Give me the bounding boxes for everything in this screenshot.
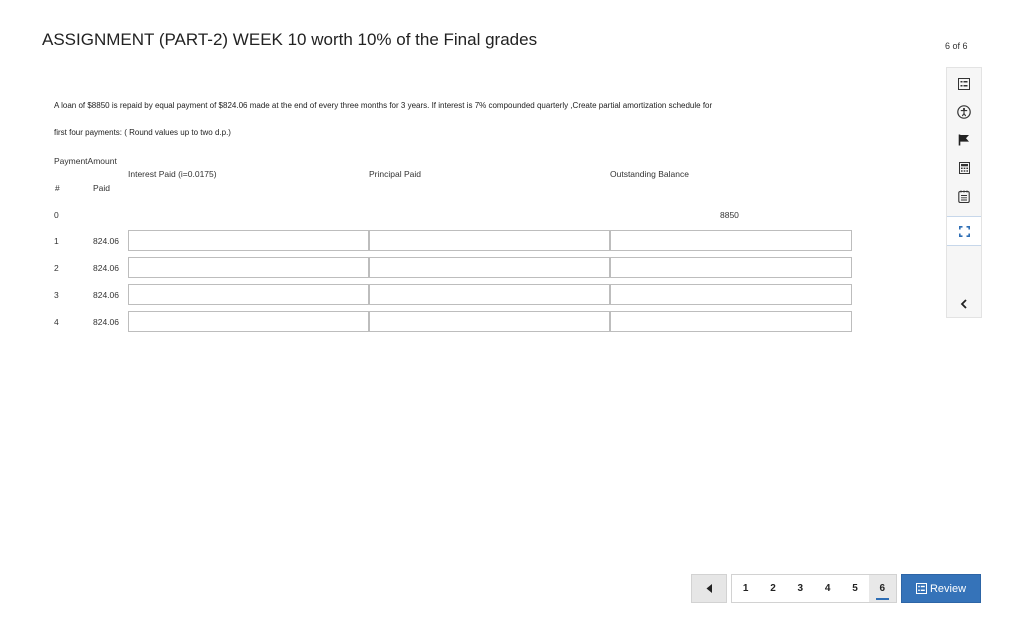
flag-button[interactable] xyxy=(947,126,981,154)
page-1-button[interactable]: 1 xyxy=(732,575,759,602)
question-text: A loan of $8850 is repaid by equal payme… xyxy=(54,92,914,146)
page-4-button[interactable]: 4 xyxy=(814,575,841,602)
row-1-interest-input[interactable] xyxy=(128,230,369,251)
row-4-paid: 824.06 xyxy=(93,317,119,327)
page-indicator: 6 of 6 xyxy=(945,41,968,51)
row-3-number: 3 xyxy=(54,290,59,300)
previous-page-button[interactable] xyxy=(691,574,727,603)
question-line-2: first four payments: ( Round values up t… xyxy=(54,128,231,137)
row-0-balance: 8850 xyxy=(720,210,739,220)
row-1-balance-input[interactable] xyxy=(610,230,852,251)
calculator-icon xyxy=(958,162,970,174)
row-2-principal-input[interactable] xyxy=(369,257,610,278)
page-2-button[interactable]: 2 xyxy=(759,575,786,602)
expand-icon xyxy=(958,225,970,237)
review-list-icon xyxy=(915,583,927,594)
list-icon xyxy=(958,78,970,90)
expand-button[interactable] xyxy=(947,216,981,246)
header-outstanding-balance: Outstanding Balance xyxy=(610,169,689,179)
row-4-principal-input[interactable] xyxy=(369,311,610,332)
review-button[interactable]: Review xyxy=(901,574,981,603)
row-1-number: 1 xyxy=(54,236,59,246)
row-4-interest-input[interactable] xyxy=(128,311,369,332)
row-2-number: 2 xyxy=(54,263,59,273)
row-2-balance-input[interactable] xyxy=(610,257,852,278)
row-3-interest-input[interactable] xyxy=(128,284,369,305)
question-list-button[interactable] xyxy=(947,70,981,98)
row-3-balance-input[interactable] xyxy=(610,284,852,305)
row-1-principal-input[interactable] xyxy=(369,230,610,251)
accessibility-button[interactable] xyxy=(947,98,981,126)
tool-strip xyxy=(946,67,982,318)
page-5-button[interactable]: 5 xyxy=(841,575,868,602)
accessibility-icon xyxy=(957,105,971,119)
collapse-strip-button[interactable] xyxy=(947,290,981,318)
header-number: # xyxy=(55,183,60,193)
page-navigation: 1 2 3 4 5 6 xyxy=(731,574,897,603)
header-principal-paid: Principal Paid xyxy=(369,169,421,179)
notes-icon xyxy=(958,190,970,203)
page-3-button[interactable]: 3 xyxy=(787,575,814,602)
row-0-number: 0 xyxy=(54,210,59,220)
page-6-button[interactable]: 6 xyxy=(868,575,896,602)
header-interest-paid: Interest Paid (i=0.0175) xyxy=(128,169,217,179)
header-paid: Paid xyxy=(93,183,111,193)
caret-left-icon xyxy=(706,584,712,593)
calculator-button[interactable] xyxy=(947,154,981,182)
question-line-1: A loan of $8850 is repaid by equal payme… xyxy=(54,101,713,110)
notes-button[interactable] xyxy=(947,182,981,210)
row-4-balance-input[interactable] xyxy=(610,311,852,332)
assignment-title: ASSIGNMENT (PART-2) WEEK 10 worth 10% of… xyxy=(42,30,538,49)
collapse-chevron-icon xyxy=(960,299,967,309)
flag-icon xyxy=(958,134,969,146)
review-button-label: Review xyxy=(929,582,967,595)
row-2-interest-input[interactable] xyxy=(128,257,369,278)
row-1-paid: 824.06 xyxy=(93,236,119,246)
row-2-paid: 824.06 xyxy=(93,263,119,273)
row-3-paid: 824.06 xyxy=(93,290,119,300)
header-payment-amount: PaymentAmount xyxy=(54,156,117,166)
row-3-principal-input[interactable] xyxy=(369,284,610,305)
row-4-number: 4 xyxy=(54,317,59,327)
